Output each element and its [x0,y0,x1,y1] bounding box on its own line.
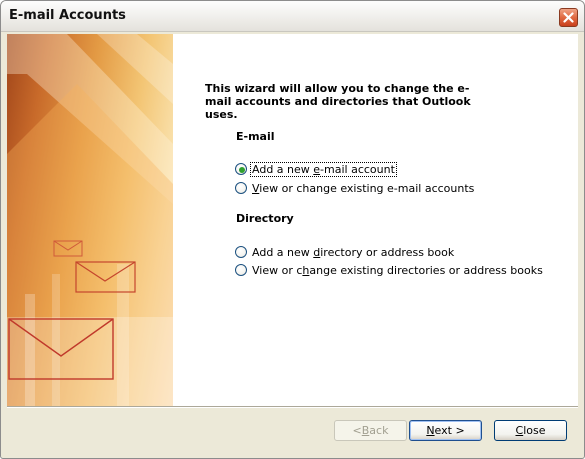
radio-label[interactable]: View or change existing directories or a… [251,264,544,277]
radio-button[interactable] [235,246,247,258]
wizard-banner-art [7,34,173,407]
window-title: E-mail Accounts [9,8,126,23]
back-button[interactable]: < Back [334,420,407,441]
radio-label[interactable]: Add a new directory or address book [251,246,455,259]
window-close-button[interactable] [559,8,578,27]
email-section-heading: E-mail [236,130,275,143]
directory-section-heading: Directory [236,212,294,225]
next-button[interactable]: Next > [409,420,482,441]
radio-view-email-accounts[interactable]: View or change existing e-mail accounts [235,180,475,196]
radio-label[interactable]: Add a new e-mail account [250,161,397,177]
wizard-button-bar: < Back Next > Close [7,407,578,453]
radio-button[interactable] [235,182,247,194]
wizard-intro-text: This wizard will allow you to change the… [205,82,471,121]
radio-button[interactable] [235,163,247,175]
close-icon [563,12,574,23]
radio-label[interactable]: View or change existing e-mail accounts [251,182,475,195]
radio-button[interactable] [235,264,247,276]
radio-add-directory[interactable]: Add a new directory or address book [235,244,455,260]
wizard-content: This wizard will allow you to change the… [205,34,575,407]
radio-selected-dot [239,167,245,173]
wizard-body: This wizard will allow you to change the… [7,34,578,407]
envelopes-illustration [7,34,173,407]
close-button[interactable]: Close [494,420,567,441]
radio-add-email-account[interactable]: Add a new e-mail account [235,161,397,177]
title-bar[interactable]: E-mail Accounts [1,1,584,32]
email-accounts-dialog: E-mail Accounts This wizard will allow y… [0,0,585,459]
radio-view-directories[interactable]: View or change existing directories or a… [235,262,544,278]
